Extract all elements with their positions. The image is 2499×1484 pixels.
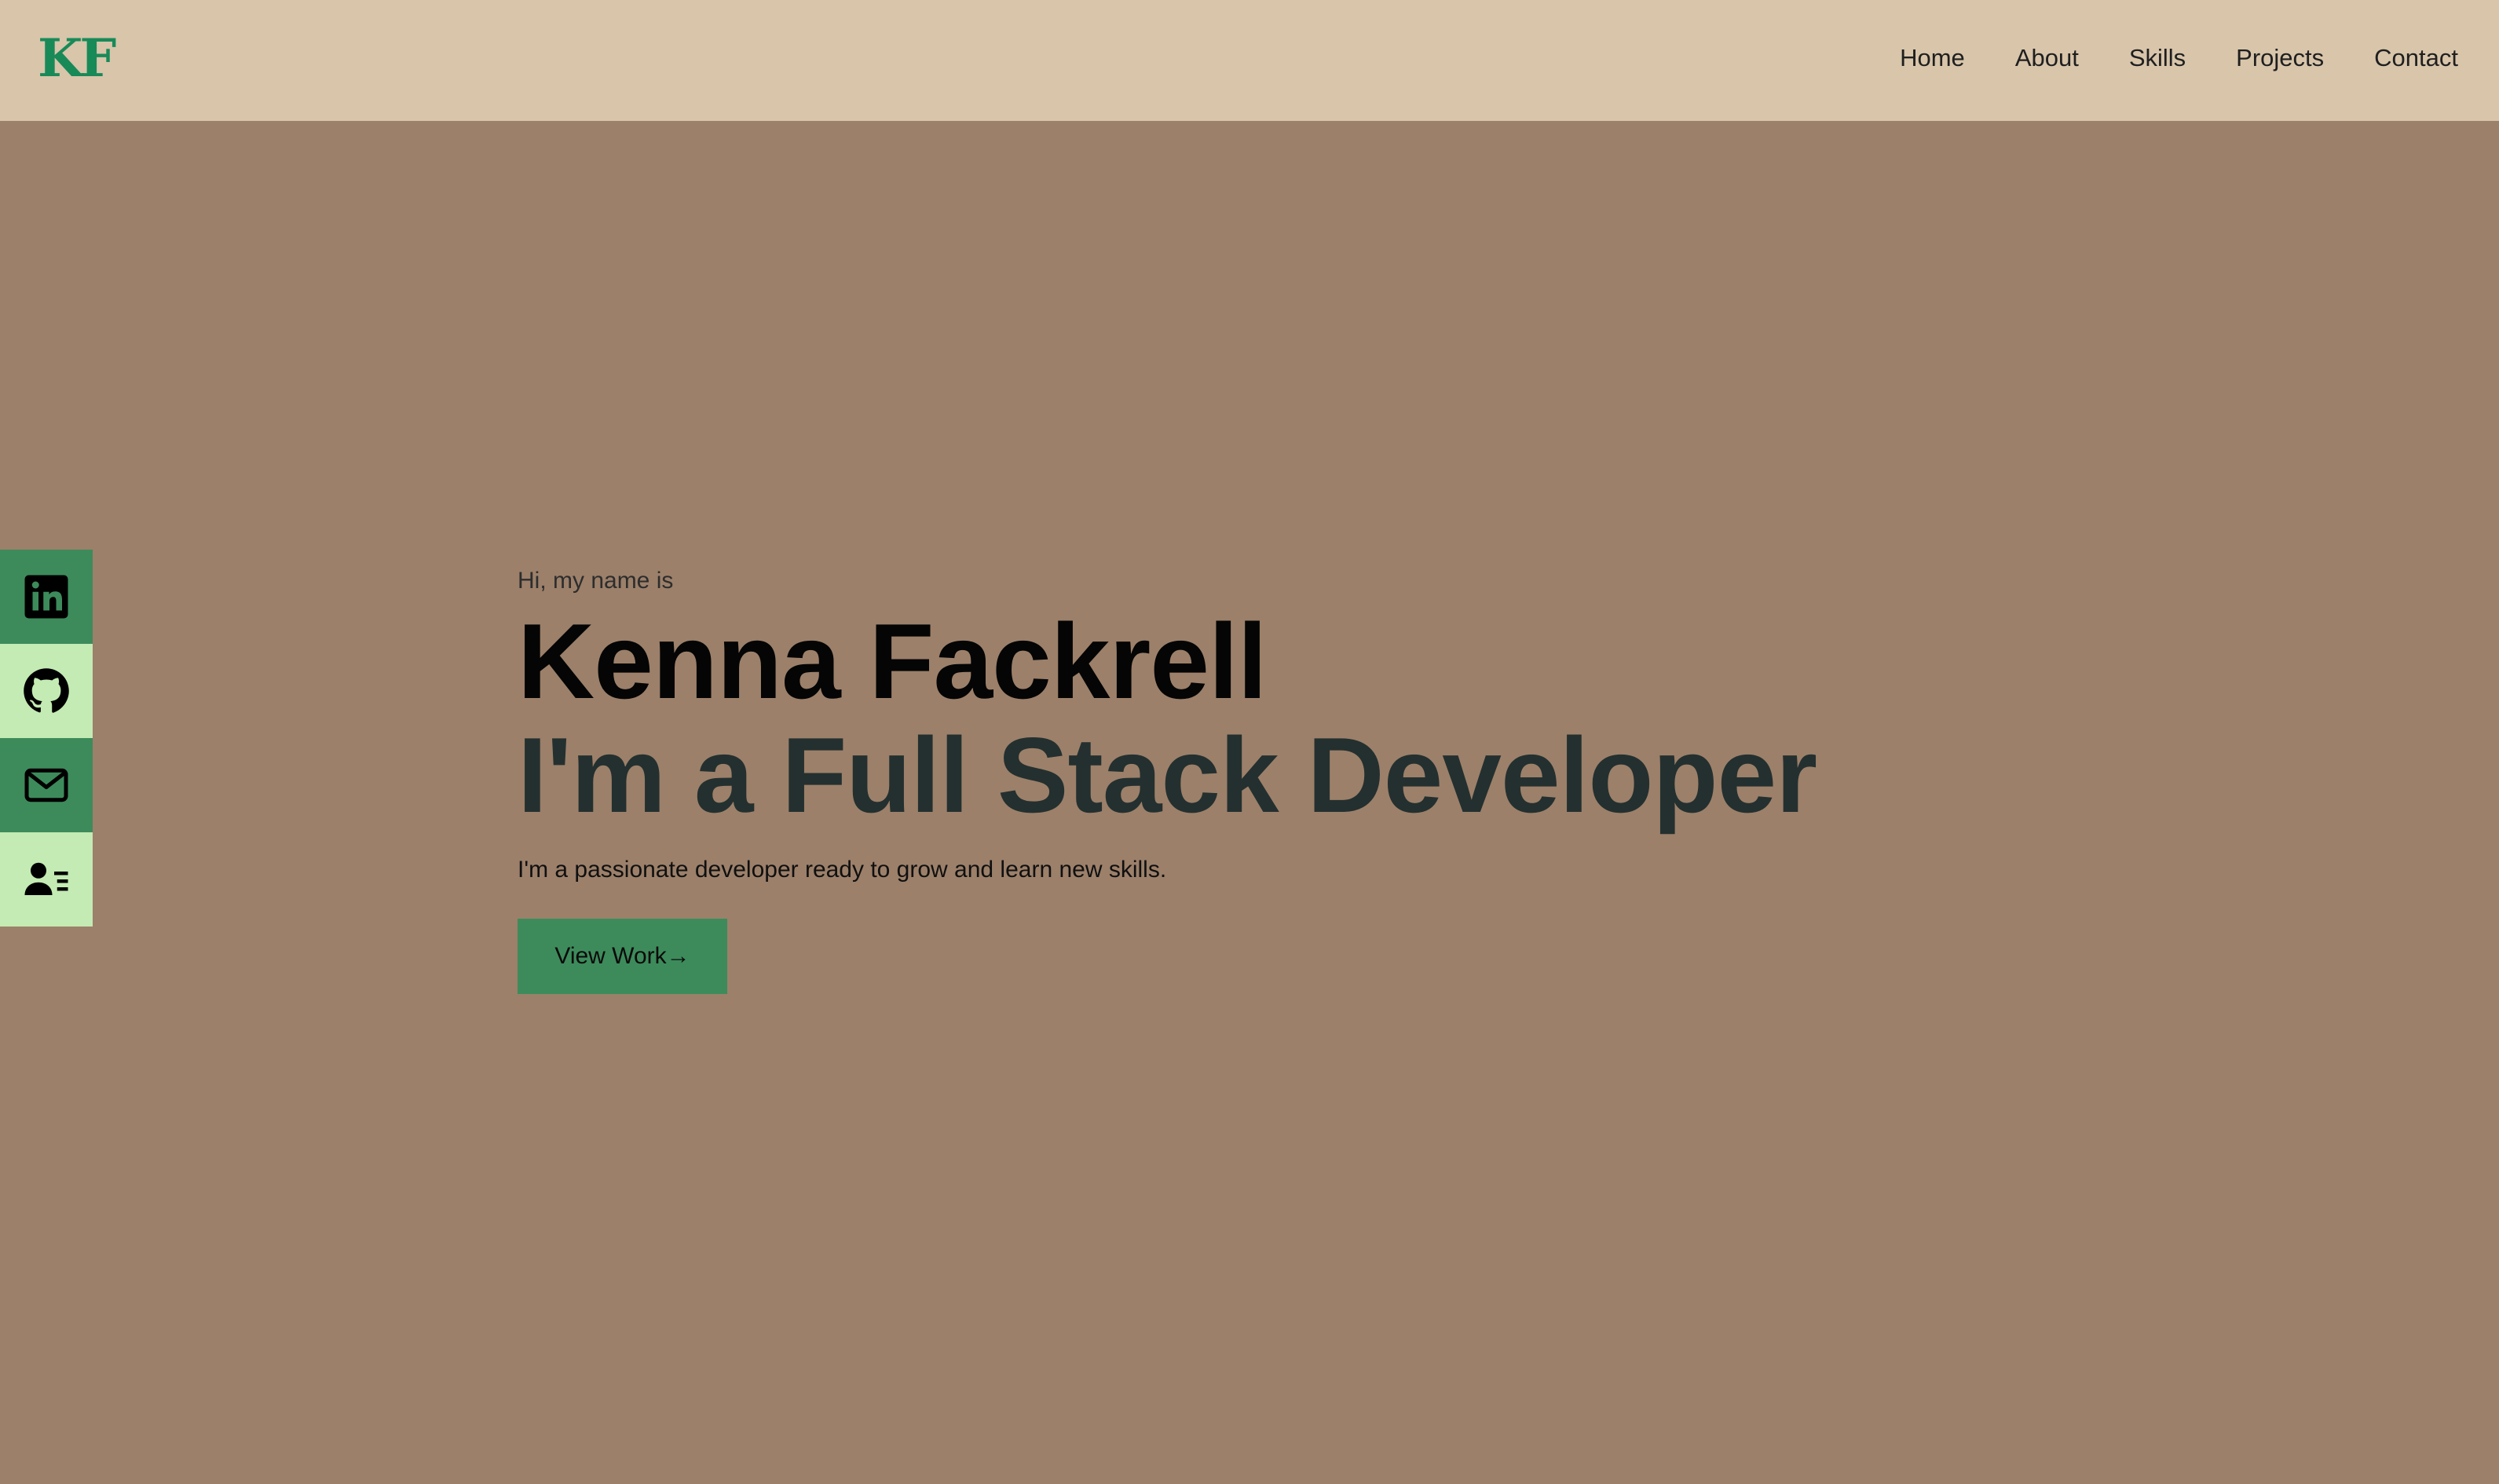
hero-role: I'm a Full Stack Developer — [518, 715, 1817, 835]
resume-icon — [24, 862, 68, 895]
nav-home[interactable]: Home — [1900, 41, 1965, 75]
resume-link[interactable] — [0, 832, 93, 927]
github-link[interactable] — [0, 644, 93, 738]
nav-contact[interactable]: Contact — [2374, 41, 2458, 75]
email-link[interactable] — [0, 738, 93, 832]
social-sidebar — [0, 550, 93, 927]
arrow-right-icon: → — [666, 943, 690, 969]
view-work-label: View Work — [554, 943, 667, 969]
nav-links: Home About Skills Projects Contact — [1900, 41, 2458, 75]
mail-icon — [24, 768, 68, 802]
nav-skills[interactable]: Skills — [2129, 41, 2186, 75]
hero-section: Hi, my name is Kenna Fackrell I'm a Full… — [518, 564, 2088, 994]
nav-projects[interactable]: Projects — [2236, 41, 2324, 75]
linkedin-icon — [24, 575, 68, 619]
hero-name: Kenna Fackrell — [518, 601, 1268, 721]
view-work-button[interactable]: View Work → — [518, 919, 727, 994]
hero-intro: Hi, my name is — [518, 568, 674, 594]
github-icon — [24, 668, 69, 713]
nav-about[interactable]: About — [2015, 41, 2079, 75]
logo[interactable]: KF — [38, 30, 116, 86]
hero-tagline: I'm a passionate developer ready to grow… — [518, 857, 1167, 883]
linkedin-link[interactable] — [0, 550, 93, 644]
navbar: KF Home About Skills Projects Contact — [0, 0, 2499, 121]
